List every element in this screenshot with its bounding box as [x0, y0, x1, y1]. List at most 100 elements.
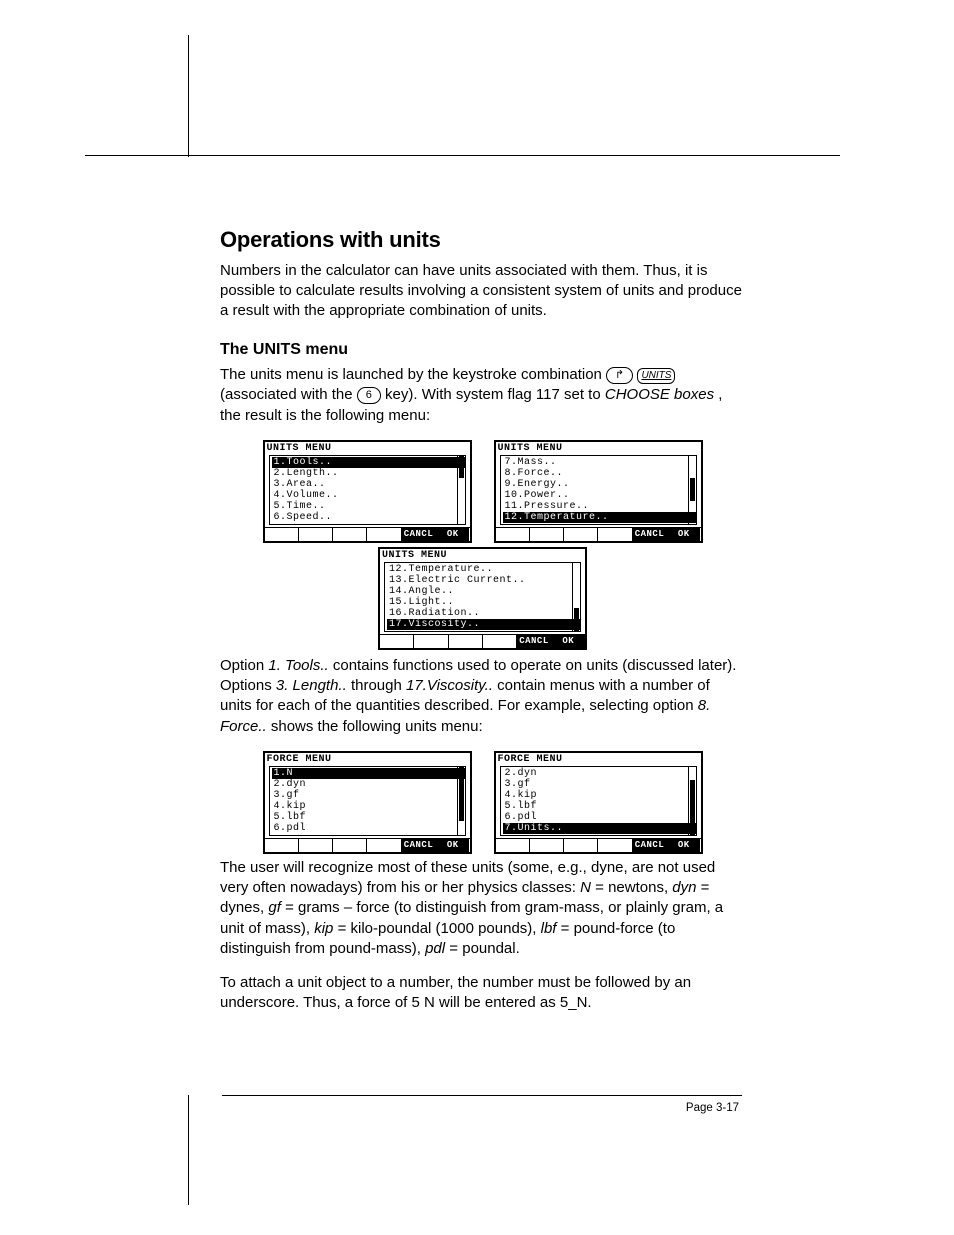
scrollbar: [688, 456, 696, 524]
scrollbar: [688, 767, 696, 835]
list-item: 6.pdl: [272, 823, 465, 834]
softkey-blank: [380, 635, 414, 648]
after-units-paragraph: Option 1. Tools.. contains functions use…: [220, 656, 745, 737]
softkey-row: CANCL OK: [380, 634, 585, 648]
list-item: 3.gf: [503, 779, 696, 790]
force-menu-screens: FORCE MENU 1.N 2.dyn 3.gf 4.kip 5.lbf 6.…: [220, 751, 745, 854]
top-vertical-rule: [188, 35, 189, 157]
text: (associated with the: [220, 386, 357, 403]
softkey-cancel: CANCL: [402, 528, 436, 541]
menu-title: UNITS MENU: [496, 442, 701, 454]
page-number: Page 3-17: [686, 1102, 739, 1114]
list-item: 5.lbf: [272, 812, 465, 823]
page-content: Operations with units Numbers in the cal…: [220, 225, 745, 1028]
option-viscosity: 17.Viscosity..: [406, 677, 493, 694]
softkey-row: CANCL OK: [496, 527, 701, 541]
softkey-cancel: CANCL: [402, 839, 436, 852]
scrollbar: [457, 456, 465, 524]
softkey-ok: OK: [667, 839, 700, 852]
menu-list: 7.Mass.. 8.Force.. 9.Energy.. 10.Power..…: [500, 455, 697, 525]
softkey-blank: [449, 635, 483, 648]
six-key-icon: 6: [357, 387, 381, 404]
text: Option: [220, 657, 268, 674]
choose-boxes-text: CHOOSE boxes: [605, 386, 714, 403]
list-item: 2.dyn: [503, 768, 696, 779]
softkey-blank: [265, 528, 299, 541]
list-item: 5.Time..: [272, 501, 465, 512]
list-item: 1.N: [272, 768, 465, 779]
option-length: 3. Length..: [276, 677, 347, 694]
list-item: 7.Mass..: [503, 457, 696, 468]
force-menu-screen-1: FORCE MENU 1.N 2.dyn 3.gf 4.kip 5.lbf 6.…: [263, 751, 472, 854]
menu-list: 2.dyn 3.gf 4.kip 5.lbf 6.pdl 7.Units..: [500, 766, 697, 836]
text: The units menu is launched by the keystr…: [220, 366, 606, 383]
text: key). With system flag 117 set to: [385, 386, 605, 403]
list-item: 3.gf: [272, 790, 465, 801]
force-explanation-paragraph: The user will recognize most of these un…: [220, 858, 745, 959]
scrollbar: [457, 767, 465, 835]
text: = newtons,: [595, 879, 672, 896]
softkey-blank: [414, 635, 448, 648]
text: = poundal.: [449, 940, 519, 957]
list-item: 5.lbf: [503, 801, 696, 812]
list-item: 6.pdl: [503, 812, 696, 823]
list-item: 9.Energy..: [503, 479, 696, 490]
units-menu-screen-2: UNITS MENU 7.Mass.. 8.Force.. 9.Energy..…: [494, 440, 703, 543]
softkey-blank: [598, 528, 632, 541]
list-item: 7.Units..: [503, 823, 696, 834]
softkey-cancel: CANCL: [633, 528, 667, 541]
list-item: 15.Light..: [387, 597, 580, 608]
symbol-dyn: dyn: [672, 879, 696, 896]
bottom-vertical-rule: [188, 1095, 189, 1205]
symbol-kip: kip: [314, 920, 333, 937]
menu-list: 1.N 2.dyn 3.gf 4.kip 5.lbf 6.pdl: [269, 766, 466, 836]
list-item: 13.Electric Current..: [387, 575, 580, 586]
list-item: 1.Tools..: [272, 457, 465, 468]
list-item: 14.Angle..: [387, 586, 580, 597]
shift-key-icon: ↱: [606, 367, 633, 384]
attach-unit-paragraph: To attach a unit object to a number, the…: [220, 973, 745, 1014]
list-item: 17.Viscosity..: [387, 619, 580, 630]
list-item: 3.Area..: [272, 479, 465, 490]
symbol-pdl: pdl: [425, 940, 445, 957]
list-item: 6.Speed..: [272, 512, 465, 523]
softkey-blank: [483, 635, 517, 648]
softkey-ok: OK: [552, 635, 585, 648]
units-key-icon: UNITS: [637, 368, 675, 384]
list-item: 2.dyn: [272, 779, 465, 790]
menu-title: FORCE MENU: [496, 753, 701, 765]
softkey-blank: [530, 839, 564, 852]
top-horizontal-rule: [85, 155, 840, 156]
softkey-blank: [367, 839, 401, 852]
softkey-blank: [496, 839, 530, 852]
softkey-blank: [265, 839, 299, 852]
text: shows the following units menu:: [271, 718, 483, 735]
list-item: 8.Force..: [503, 468, 696, 479]
softkey-blank: [299, 528, 333, 541]
menu-list: 12.Temperature.. 13.Electric Current.. 1…: [384, 562, 581, 632]
softkey-blank: [333, 528, 367, 541]
softkey-blank: [598, 839, 632, 852]
symbol-n: N: [580, 879, 591, 896]
softkey-row: CANCL OK: [265, 527, 470, 541]
softkey-ok: OK: [667, 528, 700, 541]
units-menu-paragraph: The units menu is launched by the keystr…: [220, 365, 745, 426]
units-menu-screens-row1: UNITS MENU 1.Tools.. 2.Length.. 3.Area..…: [220, 440, 745, 543]
menu-title: UNITS MENU: [265, 442, 470, 454]
subheading-units-menu: The UNITS menu: [220, 339, 745, 361]
softkey-row: CANCL OK: [496, 838, 701, 852]
softkey-row: CANCL OK: [265, 838, 470, 852]
list-item: 4.Volume..: [272, 490, 465, 501]
menu-title: UNITS MENU: [380, 549, 585, 561]
scrollbar: [572, 563, 580, 631]
force-menu-screen-2: FORCE MENU 2.dyn 3.gf 4.kip 5.lbf 6.pdl …: [494, 751, 703, 854]
menu-list: 1.Tools.. 2.Length.. 3.Area.. 4.Volume..…: [269, 455, 466, 525]
softkey-ok: OK: [436, 528, 469, 541]
units-menu-screen-1: UNITS MENU 1.Tools.. 2.Length.. 3.Area..…: [263, 440, 472, 543]
softkey-ok: OK: [436, 839, 469, 852]
bottom-horizontal-rule: [222, 1095, 742, 1096]
page-heading: Operations with units: [220, 225, 745, 255]
symbol-gf: gf: [268, 899, 281, 916]
softkey-blank: [564, 528, 598, 541]
list-item: 12.Temperature..: [503, 512, 696, 523]
